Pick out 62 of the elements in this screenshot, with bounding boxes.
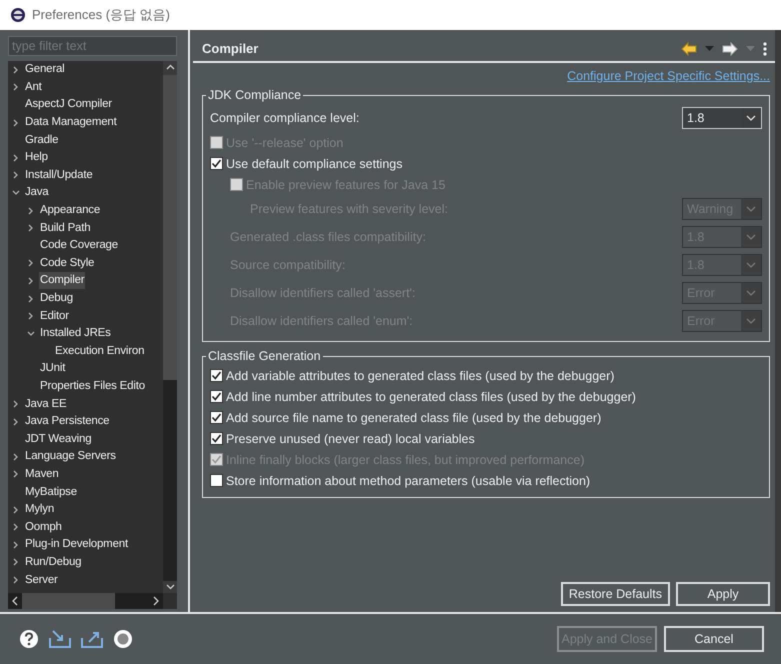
tree-item[interactable]: Java EE [24,396,68,413]
checkbox[interactable] [210,432,223,445]
button[interactable]: Apply [676,582,770,606]
tree-item[interactable]: Install/Update [24,166,94,184]
tree-item[interactable]: JUnit [39,360,66,378]
tree-item[interactable]: MyBatipse [24,484,78,501]
tree-item[interactable]: Gradle [24,132,60,149]
checkbox[interactable] [210,411,223,424]
tree-item[interactable]: Help [24,149,49,166]
tree-item[interactable]: Server [24,572,59,589]
tree-item[interactable]: Editor [39,308,70,325]
page-title: Compiler [202,41,258,56]
checkbox-label: Add variable attributes to generated class files (used by the debugger) [226,368,614,382]
tree-item[interactable]: Properties Files Edito [39,378,146,395]
tree-item[interactable]: Debug [39,290,74,308]
checkbox-label: Add source file name to generated class file (used by the debugger) [226,410,602,424]
tree-item[interactable]: Mylyn [24,501,56,518]
export-icon[interactable] [81,629,103,649]
import-icon[interactable] [49,629,71,649]
filter-field[interactable]: type filter text [8,36,177,56]
tree-item[interactable]: Installed JREs [39,325,112,342]
app-icon [10,7,26,23]
checkbox-label: Use default compliance settings [226,156,402,170]
help-icon[interactable] [19,629,39,649]
vertical-scrollbar[interactable] [163,61,177,593]
tree-item[interactable]: Data Management [24,114,118,132]
tree-item[interactable]: JDT Weaving [24,430,92,448]
checkbox-label: Store information about method parameters (usable via reflection) [226,474,590,488]
button[interactable]: Cancel [664,626,764,652]
tree-item[interactable]: Code Style [39,254,96,272]
dropdown[interactable]: 1.8 [682,107,762,129]
checkbox-label: Add line number attributes to generated class files (used by the debugger) [226,390,636,404]
tree-item[interactable]: Maven [24,466,60,483]
checkbox-label: Preserve unused (never read) local variables [226,432,475,446]
tree-item[interactable]: Run/Debug [24,554,82,571]
record-icon[interactable] [113,629,133,649]
tree-item[interactable]: Code Coverage [39,237,119,254]
tree-item[interactable]: Java Persistence [24,413,110,430]
window-title: Preferences (응답 없음) [32,6,170,24]
tree-item[interactable]: Plug-in Development [24,536,129,554]
back-arrow-icon[interactable] [681,42,697,56]
tree-item[interactable]: Appearance [39,202,102,220]
field-label: Compiler compliance level: [210,111,360,125]
tree-item[interactable]: Execution Environ [54,342,146,360]
tree-item[interactable]: Oomph [24,518,63,536]
tree-item[interactable]: Build Path [39,220,92,237]
checkbox[interactable] [210,474,223,487]
tree-item[interactable]: Ant [24,78,43,96]
tree-item[interactable]: Language Servers [24,448,117,466]
group-title: JDK Compliance [207,88,302,102]
tree-item[interactable]: General [24,61,66,78]
checkbox[interactable] [210,390,223,403]
button[interactable]: Restore Defaults [560,582,670,606]
checkbox[interactable] [210,157,223,170]
tree-item[interactable]: Java [24,184,50,202]
checkbox[interactable] [210,369,223,382]
group-title: Classfile Generation [207,349,322,363]
forward-arrow-icon[interactable] [722,42,738,56]
horizontal-scrollbar[interactable] [8,593,163,609]
tree-item[interactable]: Compiler [39,272,86,290]
tree-item[interactable]: AspectJ Compiler [24,96,113,114]
menu-icon[interactable] [763,42,767,56]
